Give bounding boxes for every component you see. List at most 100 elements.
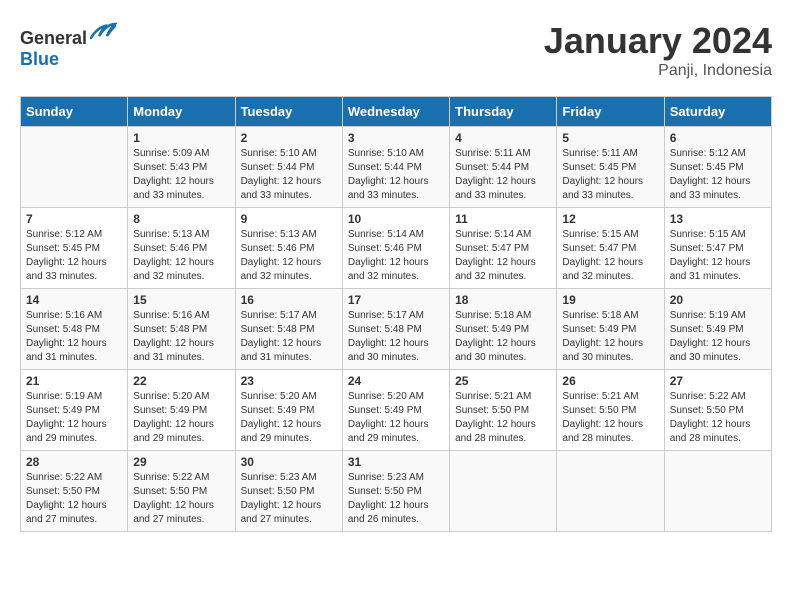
day-number: 19 (562, 293, 658, 307)
day-number: 30 (241, 455, 337, 469)
cell-info: Sunrise: 5:15 AMSunset: 5:47 PMDaylight:… (562, 228, 658, 284)
day-number: 22 (133, 374, 229, 388)
day-number: 25 (455, 374, 551, 388)
day-number: 16 (241, 293, 337, 307)
calendar-cell: 2Sunrise: 5:10 AMSunset: 5:44 PMDaylight… (235, 127, 342, 208)
weekday-header-friday: Friday (557, 97, 664, 127)
calendar-cell (21, 127, 128, 208)
cell-info: Sunrise: 5:21 AMSunset: 5:50 PMDaylight:… (455, 390, 551, 446)
cell-info: Sunrise: 5:17 AMSunset: 5:48 PMDaylight:… (348, 309, 444, 365)
calendar-cell: 15 Sunrise: 5:16 AMSunset: 5:48 PMDayligh… (128, 289, 235, 370)
calendar-cell: 27 Sunrise: 5:22 AMSunset: 5:50 PMDayligh… (664, 370, 771, 451)
calendar-cell: 21 Sunrise: 5:19 AMSunset: 5:49 PMDayligh… (21, 370, 128, 451)
calendar-cell: 19 Sunrise: 5:18 AMSunset: 5:49 PMDayligh… (557, 289, 664, 370)
day-number: 27 (670, 374, 766, 388)
cell-info: Sunrise: 5:20 AMSunset: 5:49 PMDaylight:… (348, 390, 444, 446)
calendar-cell: 20 Sunrise: 5:19 AMSunset: 5:49 PMDayligh… (664, 289, 771, 370)
calendar-cell: 22 Sunrise: 5:20 AMSunset: 5:49 PMDayligh… (128, 370, 235, 451)
calendar-cell: 10 Sunrise: 5:14 AMSunset: 5:46 PMDayligh… (342, 208, 449, 289)
calendar-cell: 3 Sunrise: 5:10 AMSunset: 5:44 PMDaylight… (342, 127, 449, 208)
day-number: 20 (670, 293, 766, 307)
day-number: 15 (133, 293, 229, 307)
calendar-cell: 7Sunrise: 5:12 AMSunset: 5:45 PMDaylight… (21, 208, 128, 289)
calendar-body: 1 Sunrise: 5:09 AMSunset: 5:43 PMDaylight… (21, 127, 772, 532)
cell-info: Sunrise: 5:14 AMSunset: 5:46 PMDaylight:… (348, 228, 444, 284)
location: Panji, Indonesia (544, 62, 772, 80)
title-section: January 2024 Panji, Indonesia (544, 20, 772, 80)
weekday-header-sunday: Sunday (21, 97, 128, 127)
cell-info: Sunrise: 5:14 AMSunset: 5:47 PMDaylight:… (455, 228, 551, 284)
cell-info: Sunrise: 5:19 AMSunset: 5:49 PMDaylight:… (26, 390, 122, 446)
cell-info: Sunrise: 5:19 AMSunset: 5:49 PMDaylight:… (670, 309, 766, 365)
calendar-table: SundayMondayTuesdayWednesdayThursdayFrid… (20, 96, 772, 532)
calendar-week-3: 21 Sunrise: 5:19 AMSunset: 5:49 PMDayligh… (21, 370, 772, 451)
day-number: 9 (241, 212, 337, 226)
day-number: 5 (562, 131, 658, 145)
calendar-cell: 12 Sunrise: 5:15 AMSunset: 5:47 PMDayligh… (557, 208, 664, 289)
cell-info: Sunrise: 5:20 AMSunset: 5:49 PMDaylight:… (241, 390, 337, 446)
cell-info: Sunrise: 5:09 AMSunset: 5:43 PMDaylight:… (133, 147, 229, 203)
cell-info: Sunrise: 5:22 AMSunset: 5:50 PMDaylight:… (670, 390, 766, 446)
logo-bird-icon (89, 20, 117, 44)
cell-info: Sunrise: 5:13 AMSunset: 5:46 PMDaylight:… (241, 228, 337, 284)
cell-info: Sunrise: 5:18 AMSunset: 5:49 PMDaylight:… (455, 309, 551, 365)
calendar-cell (450, 451, 557, 532)
day-number: 3 (348, 131, 444, 145)
cell-info: Sunrise: 5:23 AMSunset: 5:50 PMDaylight:… (241, 471, 337, 527)
day-number: 12 (562, 212, 658, 226)
calendar-week-2: 14 Sunrise: 5:16 AMSunset: 5:48 PMDayligh… (21, 289, 772, 370)
calendar-cell: 6Sunrise: 5:12 AMSunset: 5:45 PMDaylight… (664, 127, 771, 208)
cell-info: Sunrise: 5:20 AMSunset: 5:49 PMDaylight:… (133, 390, 229, 446)
calendar-header: SundayMondayTuesdayWednesdayThursdayFrid… (21, 97, 772, 127)
day-number: 4 (455, 131, 551, 145)
month-title: January 2024 (544, 20, 772, 62)
cell-info: Sunrise: 5:13 AMSunset: 5:46 PMDaylight:… (133, 228, 229, 284)
logo-text: General Blue (20, 20, 117, 70)
calendar-cell (557, 451, 664, 532)
day-number: 8 (133, 212, 229, 226)
day-number: 28 (26, 455, 122, 469)
cell-info: Sunrise: 5:23 AMSunset: 5:50 PMDaylight:… (348, 471, 444, 527)
day-number: 11 (455, 212, 551, 226)
calendar-week-4: 28 Sunrise: 5:22 AMSunset: 5:50 PMDayligh… (21, 451, 772, 532)
day-number: 31 (348, 455, 444, 469)
cell-info: Sunrise: 5:18 AMSunset: 5:49 PMDaylight:… (562, 309, 658, 365)
cell-info: Sunrise: 5:12 AMSunset: 5:45 PMDaylight:… (670, 147, 766, 203)
weekday-header-wednesday: Wednesday (342, 97, 449, 127)
cell-info: Sunrise: 5:16 AMSunset: 5:48 PMDaylight:… (133, 309, 229, 365)
cell-info: Sunrise: 5:22 AMSunset: 5:50 PMDaylight:… (26, 471, 122, 527)
cell-info: Sunrise: 5:22 AMSunset: 5:50 PMDaylight:… (133, 471, 229, 527)
calendar-cell: 24 Sunrise: 5:20 AMSunset: 5:49 PMDayligh… (342, 370, 449, 451)
calendar-week-1: 7Sunrise: 5:12 AMSunset: 5:45 PMDaylight… (21, 208, 772, 289)
cell-info: Sunrise: 5:15 AMSunset: 5:47 PMDaylight:… (670, 228, 766, 284)
calendar-cell: 23Sunrise: 5:20 AMSunset: 5:49 PMDayligh… (235, 370, 342, 451)
calendar-week-0: 1 Sunrise: 5:09 AMSunset: 5:43 PMDaylight… (21, 127, 772, 208)
calendar-cell: 14Sunrise: 5:16 AMSunset: 5:48 PMDayligh… (21, 289, 128, 370)
cell-info: Sunrise: 5:21 AMSunset: 5:50 PMDaylight:… (562, 390, 658, 446)
day-number: 18 (455, 293, 551, 307)
day-number: 14 (26, 293, 122, 307)
cell-info: Sunrise: 5:10 AMSunset: 5:44 PMDaylight:… (241, 147, 337, 203)
day-number: 13 (670, 212, 766, 226)
calendar-cell: 29Sunrise: 5:22 AMSunset: 5:50 PMDayligh… (128, 451, 235, 532)
day-number: 1 (133, 131, 229, 145)
calendar-cell: 25 Sunrise: 5:21 AMSunset: 5:50 PMDayligh… (450, 370, 557, 451)
cell-info: Sunrise: 5:10 AMSunset: 5:44 PMDaylight:… (348, 147, 444, 203)
calendar-cell: 28 Sunrise: 5:22 AMSunset: 5:50 PMDayligh… (21, 451, 128, 532)
day-number: 10 (348, 212, 444, 226)
calendar-cell: 8 Sunrise: 5:13 AMSunset: 5:46 PMDaylight… (128, 208, 235, 289)
calendar-cell (664, 451, 771, 532)
weekday-header-monday: Monday (128, 97, 235, 127)
calendar-cell: 16Sunrise: 5:17 AMSunset: 5:48 PMDayligh… (235, 289, 342, 370)
calendar-cell: 9 Sunrise: 5:13 AMSunset: 5:46 PMDaylight… (235, 208, 342, 289)
calendar-cell: 13 Sunrise: 5:15 AMSunset: 5:47 PMDayligh… (664, 208, 771, 289)
day-number: 21 (26, 374, 122, 388)
calendar-cell: 18 Sunrise: 5:18 AMSunset: 5:49 PMDayligh… (450, 289, 557, 370)
weekday-row: SundayMondayTuesdayWednesdayThursdayFrid… (21, 97, 772, 127)
weekday-header-tuesday: Tuesday (235, 97, 342, 127)
calendar-cell: 31 Sunrise: 5:23 AMSunset: 5:50 PMDayligh… (342, 451, 449, 532)
day-number: 24 (348, 374, 444, 388)
logo-blue: Blue (20, 49, 59, 69)
cell-info: Sunrise: 5:11 AMSunset: 5:44 PMDaylight:… (455, 147, 551, 203)
day-number: 7 (26, 212, 122, 226)
